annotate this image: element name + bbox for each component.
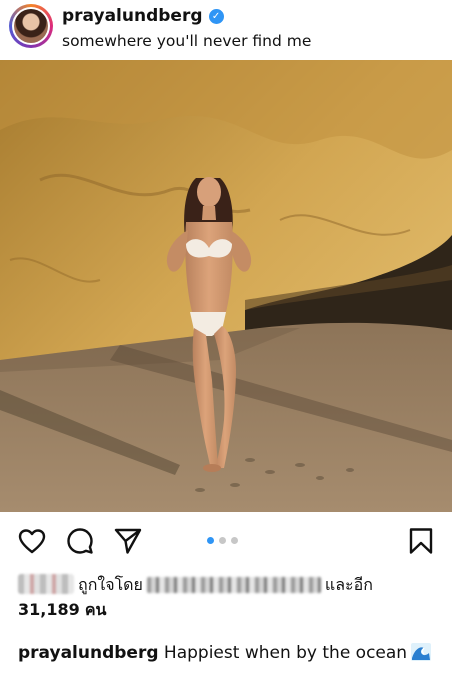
likes-unit: คน	[84, 600, 107, 619]
likes-prefix: ถูกใจโดย	[78, 575, 143, 594]
carousel-dot	[231, 537, 238, 544]
wave-emoji	[411, 643, 432, 661]
verified-badge-icon: ✓	[208, 8, 224, 24]
caption-text: Happiest when by the ocean	[163, 643, 408, 663]
carousel-dot	[219, 537, 226, 544]
likes-connector: และอีก	[324, 575, 373, 594]
profile-avatar[interactable]	[9, 4, 53, 48]
carousel-indicator	[207, 537, 238, 544]
bookmark-icon[interactable]	[406, 526, 436, 556]
carousel-dot-active	[207, 537, 214, 544]
caption-username[interactable]: prayalundberg	[18, 643, 159, 663]
likes-summary[interactable]: ถูกใจโดย และอีก 31,189 คน	[18, 572, 438, 622]
heart-icon[interactable]	[17, 526, 47, 556]
avatar-photo	[14, 9, 48, 43]
liker-name-redacted[interactable]	[146, 577, 321, 593]
send-icon[interactable]	[113, 526, 143, 556]
post-photo[interactable]	[0, 60, 452, 512]
post-header: prayalundberg ✓ somewhere you'll never f…	[0, 0, 452, 60]
comment-icon[interactable]	[65, 526, 95, 556]
post-username[interactable]: prayalundberg	[62, 6, 203, 26]
post-location[interactable]: somewhere you'll never find me	[62, 32, 311, 50]
post-caption: prayalundberg Happiest when by the ocean	[18, 640, 438, 666]
likes-count[interactable]: 31,189	[18, 600, 80, 619]
liker-avatars[interactable]	[18, 574, 74, 594]
